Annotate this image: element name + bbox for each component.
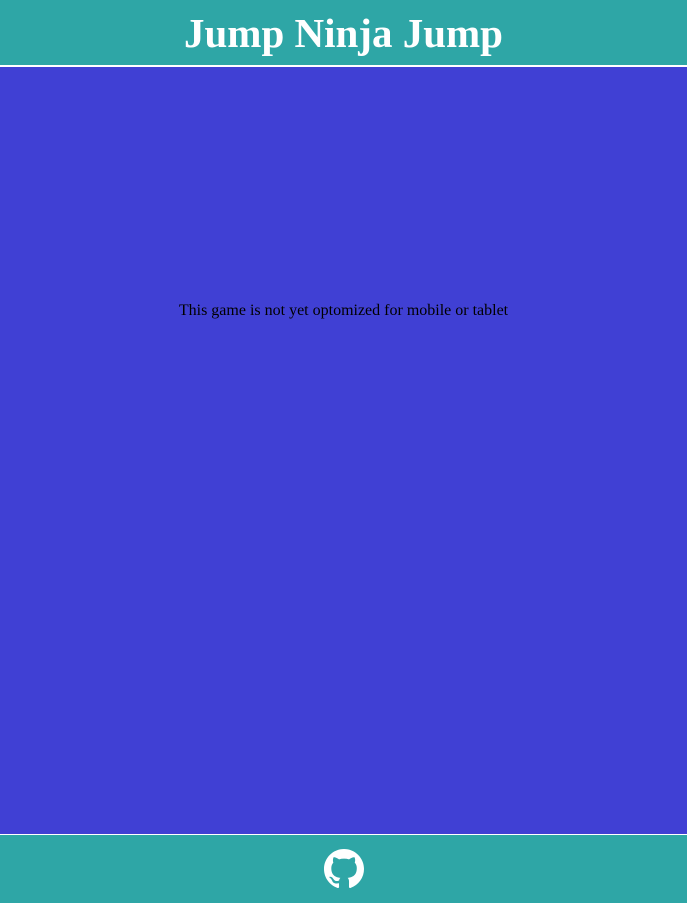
github-icon bbox=[323, 849, 364, 889]
page-header: Jump Ninja Jump bbox=[0, 0, 687, 67]
page-title: Jump Ninja Jump bbox=[184, 10, 503, 56]
github-link[interactable] bbox=[323, 849, 364, 889]
game-area: This game is not yet optomized for mobil… bbox=[0, 67, 687, 834]
page-footer bbox=[0, 834, 687, 903]
device-notice: This game is not yet optomized for mobil… bbox=[178, 302, 509, 319]
game-page: Jump Ninja Jump This game is not yet opt… bbox=[0, 0, 687, 903]
